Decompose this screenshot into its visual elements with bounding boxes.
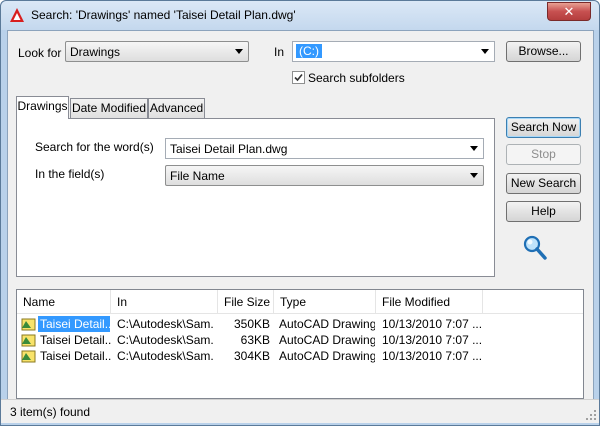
- stop-button[interactable]: Stop: [506, 144, 581, 165]
- tab-date-modified[interactable]: Date Modified: [70, 98, 148, 118]
- search-words-label: Search for the word(s): [35, 140, 154, 154]
- row-file-modified: 10/13/2010 7:07 ...: [382, 349, 482, 363]
- row-in: C:\Autodesk\Sam...: [117, 317, 213, 331]
- title-bar[interactable]: Search: 'Drawings' named 'Taisei Detail …: [1, 1, 599, 30]
- table-row[interactable]: Taisei Detail... C:\Autodesk\Sam... 304K…: [17, 348, 583, 364]
- row-file-modified: 10/13/2010 7:07 ...: [382, 317, 482, 331]
- tab-advanced[interactable]: Advanced: [148, 98, 205, 118]
- checkmark-icon: [294, 73, 303, 82]
- chevron-down-icon: [470, 146, 478, 151]
- row-file-size: 350KB: [233, 317, 270, 331]
- close-button[interactable]: ✕: [547, 2, 591, 21]
- drawings-tab-panel: Search for the word(s) Taisei Detail Pla…: [16, 118, 495, 277]
- search-subfolders-checkbox[interactable]: [292, 71, 305, 84]
- tab-date-modified-label: Date Modified: [71, 101, 147, 115]
- in-location-value[interactable]: (C:): [296, 44, 322, 58]
- dwg-file-icon: [21, 318, 36, 331]
- chevron-down-icon: [235, 49, 243, 54]
- table-row[interactable]: Taisei Detail... C:\Autodesk\Sam... 63KB…: [17, 332, 583, 348]
- results-list[interactable]: Name In File Size Type File Modified Tai…: [16, 289, 584, 399]
- status-text: 3 item(s) found: [10, 405, 91, 419]
- row-name: Taisei Detail...: [38, 316, 110, 332]
- column-header-name[interactable]: Name: [17, 290, 111, 314]
- row-file-size: 63KB: [240, 333, 270, 347]
- dwg-file-icon: [21, 334, 36, 347]
- look-for-dropdown[interactable]: Drawings: [65, 41, 249, 62]
- magnifier-icon: [523, 235, 547, 260]
- in-fields-dropdown[interactable]: File Name: [165, 165, 484, 186]
- search-words-combo[interactable]: Taisei Detail Plan.dwg: [165, 138, 484, 159]
- search-now-button[interactable]: Search Now: [506, 117, 581, 138]
- row-in: C:\Autodesk\Sam...: [117, 349, 213, 363]
- look-for-value: Drawings: [70, 45, 121, 59]
- results-header: Name In File Size Type File Modified: [17, 290, 583, 314]
- row-file-size: 304KB: [233, 349, 270, 363]
- row-type: AutoCAD Drawing: [279, 333, 375, 347]
- dwg-file-icon: [21, 350, 36, 363]
- search-words-value: Taisei Detail Plan.dwg: [170, 142, 288, 156]
- column-header-type[interactable]: Type: [274, 290, 376, 314]
- row-type: AutoCAD Drawing: [279, 349, 375, 363]
- help-button[interactable]: Help: [506, 201, 581, 222]
- browse-button[interactable]: Browse...: [506, 41, 581, 62]
- tab-drawings-label: Drawings: [17, 99, 68, 113]
- resize-grip-icon[interactable]: [585, 409, 597, 421]
- new-search-button[interactable]: New Search: [506, 173, 581, 194]
- row-type: AutoCAD Drawing: [279, 317, 375, 331]
- search-dialog-window: Search: 'Drawings' named 'Taisei Detail …: [0, 0, 600, 426]
- row-name: Taisei Detail...: [40, 349, 112, 363]
- in-fields-label: In the field(s): [35, 167, 105, 181]
- dialog-client-area: Look for Drawings In (C:) Browse... Sear…: [7, 30, 594, 420]
- search-subfolders-label[interactable]: Search subfolders: [308, 71, 405, 85]
- autocad-app-icon: [10, 8, 24, 22]
- row-in: C:\Autodesk\Sam...: [117, 333, 213, 347]
- chevron-down-icon: [481, 49, 489, 54]
- chevron-down-icon: [470, 173, 478, 178]
- tab-advanced-label: Advanced: [149, 101, 204, 115]
- column-header-file-modified[interactable]: File Modified: [376, 290, 483, 314]
- status-bar: 3 item(s) found: [1, 399, 599, 423]
- in-label: In: [274, 45, 285, 59]
- look-for-label: Look for: [18, 46, 62, 60]
- row-name: Taisei Detail...: [40, 333, 112, 347]
- in-location-combo[interactable]: (C:): [292, 41, 495, 62]
- row-file-modified: 10/13/2010 7:07 ...: [382, 333, 482, 347]
- column-header-file-size[interactable]: File Size: [218, 290, 274, 314]
- tab-drawings[interactable]: Drawings: [16, 96, 69, 119]
- in-fields-value: File Name: [170, 169, 225, 183]
- table-row[interactable]: Taisei Detail... C:\Autodesk\Sam... 350K…: [17, 316, 583, 332]
- window-title: Search: 'Drawings' named 'Taisei Detail …: [31, 8, 296, 22]
- column-header-in[interactable]: In: [111, 290, 218, 314]
